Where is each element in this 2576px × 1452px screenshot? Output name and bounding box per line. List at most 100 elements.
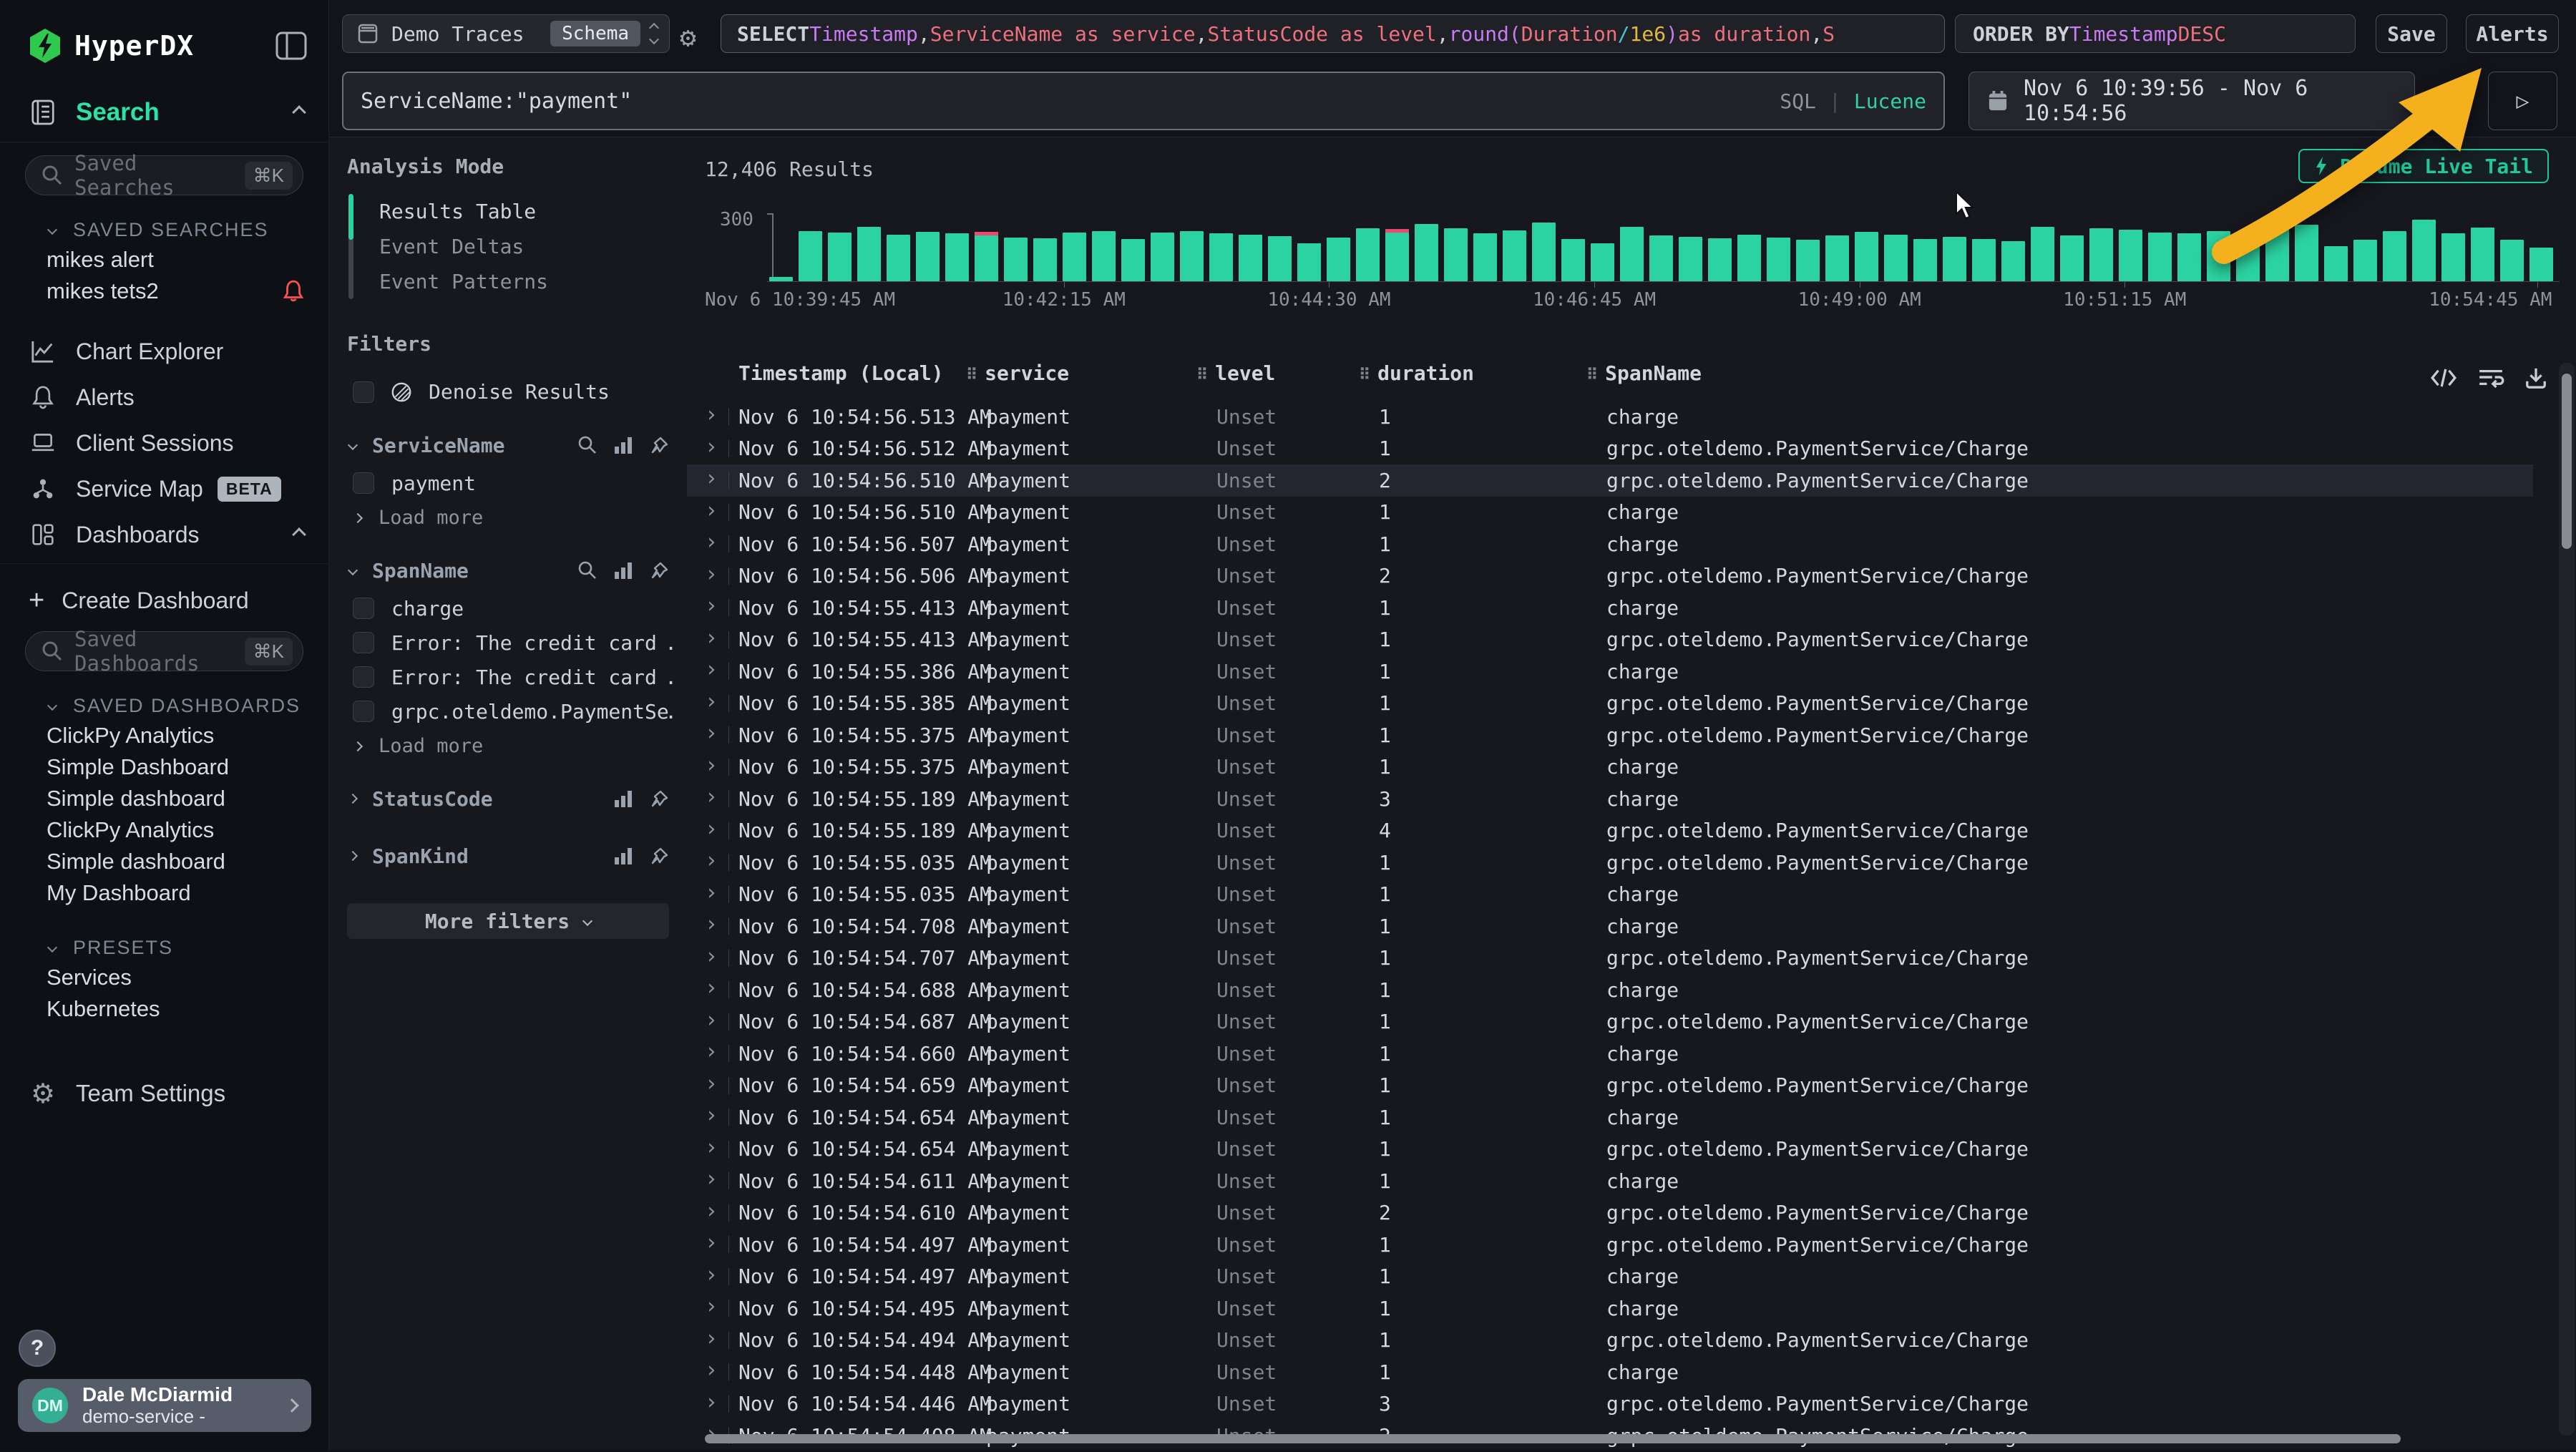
- table-row[interactable]: ›Nov 6 10:54:54.494 AMpaymentUnset1grpc.…: [687, 1325, 2533, 1357]
- sidebar-item-client-sessions[interactable]: Client Sessions: [0, 420, 328, 466]
- expand-row-icon[interactable]: ›: [705, 1358, 718, 1383]
- filter-section-header[interactable]: ServiceName: [349, 429, 669, 461]
- filter-value-option[interactable]: payment: [353, 471, 673, 495]
- histogram-bar[interactable]: [2089, 228, 2113, 281]
- table-row[interactable]: ›Nov 6 10:54:55.375 AMpaymentUnset1charg…: [687, 751, 2533, 784]
- pin-icon[interactable]: [649, 789, 669, 809]
- download-icon[interactable]: [2524, 366, 2547, 389]
- preset-item[interactable]: Services: [0, 962, 328, 993]
- horizontal-scrollbar-thumb[interactable]: [705, 1434, 2401, 1443]
- histogram-bar[interactable]: [1561, 239, 1585, 281]
- saved-dashboard-item[interactable]: ClickPy Analytics: [0, 720, 328, 751]
- table-row[interactable]: ›Nov 6 10:54:56.510 AMpaymentUnset2grpc.…: [687, 464, 2533, 497]
- expand-row-icon[interactable]: ›: [705, 466, 718, 491]
- source-settings-gear-icon[interactable]: ⚙: [680, 21, 696, 53]
- results-histogram[interactable]: [769, 213, 2559, 281]
- saved-searches-search-input[interactable]: Saved Searches ⌘K: [25, 155, 303, 195]
- chevron-up-icon[interactable]: [292, 527, 306, 542]
- saved-dashboard-item[interactable]: Simple Dashboard: [0, 751, 328, 783]
- histogram-bar[interactable]: [1825, 235, 1849, 281]
- checkbox[interactable]: [353, 381, 374, 403]
- drag-handle-icon[interactable]: ⠿: [1586, 366, 1598, 384]
- histogram-bar[interactable]: [1796, 240, 1820, 281]
- histogram-bar[interactable]: [1708, 238, 1732, 281]
- histogram-bar[interactable]: [1444, 228, 1468, 281]
- histogram-bar[interactable]: [2412, 220, 2436, 281]
- filter-value-option[interactable]: charge: [353, 596, 673, 620]
- pin-icon[interactable]: [649, 435, 669, 455]
- expand-row-icon[interactable]: ›: [705, 1262, 718, 1287]
- search-icon[interactable]: [577, 560, 597, 580]
- expand-row-icon[interactable]: ›: [705, 1294, 718, 1319]
- expand-row-icon[interactable]: ›: [705, 848, 718, 873]
- expand-row-icon[interactable]: ›: [705, 657, 718, 682]
- histogram-bar[interactable]: [1356, 228, 1380, 281]
- search-icon[interactable]: [577, 435, 597, 455]
- drag-handle-icon[interactable]: ⠿: [1196, 366, 1208, 384]
- pin-icon[interactable]: [649, 846, 669, 866]
- histogram-bar[interactable]: [1884, 235, 1908, 281]
- filter-value-option[interactable]: Error: The credit card …: [353, 665, 673, 689]
- histogram-bar[interactable]: [1121, 239, 1145, 281]
- sql-select-input[interactable]: SELECT Timestamp, ServiceName as service…: [721, 14, 1945, 53]
- histogram-bar[interactable]: [1297, 243, 1321, 281]
- table-row[interactable]: ›Nov 6 10:54:54.495 AMpaymentUnset1charg…: [687, 1292, 2533, 1325]
- sidebar-item-service-map[interactable]: Service Map BETA: [0, 466, 328, 512]
- table-row[interactable]: ›Nov 6 10:54:56.512 AMpaymentUnset1grpc.…: [687, 433, 2533, 465]
- histogram-bar[interactable]: [1532, 223, 1556, 281]
- expand-row-icon[interactable]: ›: [705, 402, 718, 427]
- checkbox[interactable]: [353, 666, 374, 688]
- expand-row-icon[interactable]: ›: [705, 1039, 718, 1064]
- histogram-bar[interactable]: [1004, 238, 1028, 282]
- histogram-bar[interactable]: [1415, 224, 1438, 281]
- histogram-bar[interactable]: [2207, 231, 2230, 281]
- histogram-bar[interactable]: [1385, 229, 1409, 281]
- histogram-bar[interactable]: [1737, 235, 1761, 281]
- filter-section-header[interactable]: SpanName: [349, 555, 669, 586]
- expand-row-icon[interactable]: ›: [705, 784, 718, 809]
- denoise-results-option[interactable]: Denoise Results: [353, 380, 687, 404]
- histogram-bar[interactable]: [1503, 230, 1526, 281]
- drag-handle-icon[interactable]: ⠿: [966, 366, 977, 384]
- histogram-bar[interactable]: [887, 235, 910, 281]
- histogram-bar[interactable]: [1943, 237, 1966, 281]
- histogram-bar[interactable]: [1972, 239, 1996, 281]
- histogram-bar[interactable]: [1767, 238, 1790, 281]
- expand-row-icon[interactable]: ›: [705, 434, 718, 459]
- saved-dashboard-item[interactable]: My Dashboard: [0, 877, 328, 909]
- expand-row-icon[interactable]: ›: [705, 498, 718, 523]
- expand-row-icon[interactable]: ›: [705, 593, 718, 618]
- histogram-bar[interactable]: [2383, 231, 2406, 281]
- sidebar-item-dashboards[interactable]: Dashboards: [0, 512, 328, 557]
- histogram-bar[interactable]: [1473, 233, 1497, 281]
- histogram-bar[interactable]: [2001, 241, 2025, 281]
- preset-item[interactable]: Kubernetes: [0, 993, 328, 1025]
- saved-dashboards-section-header[interactable]: SAVED DASHBOARDS: [0, 691, 328, 720]
- filter-section-header[interactable]: SpanKind: [349, 840, 669, 872]
- expand-row-icon[interactable]: ›: [705, 880, 718, 905]
- histogram-bar[interactable]: [2295, 225, 2318, 281]
- column-header[interactable]: ⠿service: [966, 361, 1069, 385]
- language-lucene[interactable]: Lucene: [1854, 89, 1926, 113]
- sidebar-item-chart-explorer[interactable]: Chart Explorer: [0, 328, 328, 374]
- language-toggle[interactable]: SQL | Lucene: [1780, 89, 1926, 113]
- table-row[interactable]: ›Nov 6 10:54:54.654 AMpaymentUnset1charg…: [687, 1101, 2533, 1134]
- sidebar-item-search[interactable]: Search: [0, 89, 328, 136]
- expand-row-icon[interactable]: ›: [705, 1008, 718, 1033]
- histogram-bar[interactable]: [1913, 239, 1937, 281]
- expand-row-icon[interactable]: ›: [705, 753, 718, 778]
- filter-section-header[interactable]: StatusCode: [349, 783, 669, 814]
- bar-chart-icon[interactable]: [613, 560, 633, 580]
- table-row[interactable]: ›Nov 6 10:54:56.507 AMpaymentUnset1charg…: [687, 528, 2533, 560]
- histogram-bar[interactable]: [1327, 238, 1350, 281]
- histogram-bar[interactable]: [945, 233, 969, 281]
- table-row[interactable]: ›Nov 6 10:54:55.413 AMpaymentUnset1grpc.…: [687, 624, 2533, 656]
- histogram-bar[interactable]: [2441, 233, 2465, 281]
- histogram-bar[interactable]: [2265, 228, 2289, 281]
- histogram-bar[interactable]: [1855, 232, 1878, 281]
- histogram-bar[interactable]: [2236, 233, 2260, 281]
- saved-dashboard-item[interactable]: Simple dashboard: [0, 783, 328, 814]
- resume-live-tail-button[interactable]: Resume Live Tail: [2298, 149, 2549, 183]
- table-row[interactable]: ›Nov 6 10:54:54.687 AMpaymentUnset1grpc.…: [687, 1006, 2533, 1038]
- checkbox[interactable]: [353, 701, 374, 722]
